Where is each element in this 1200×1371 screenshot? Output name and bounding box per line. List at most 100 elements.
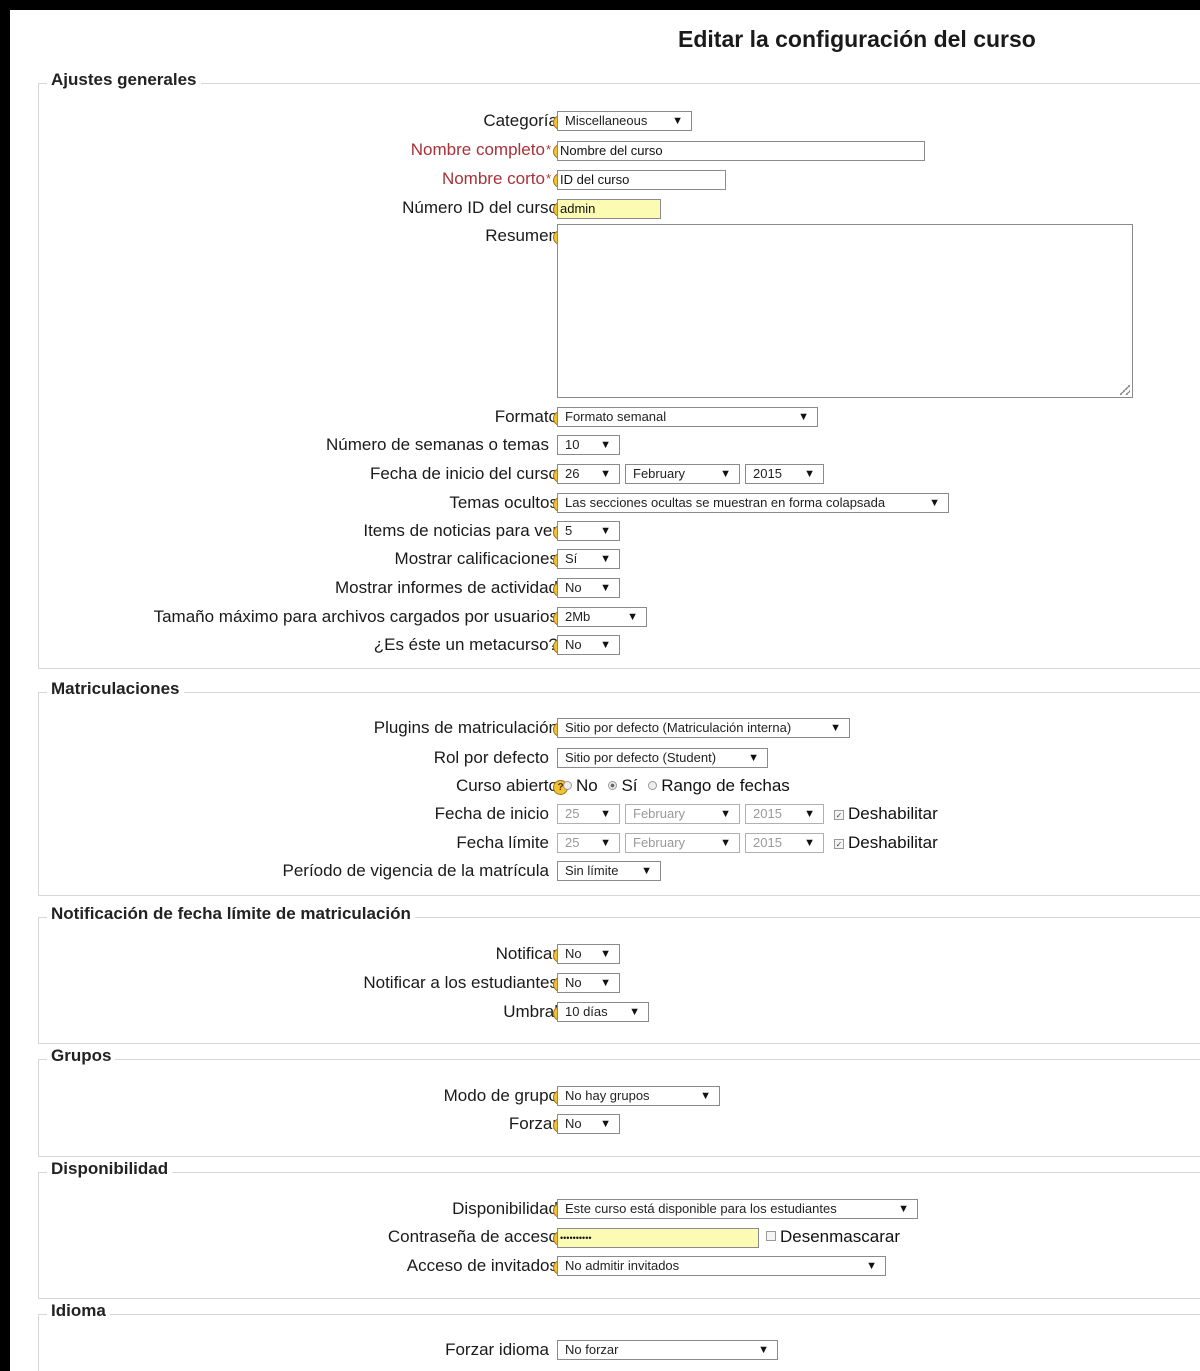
dropdown-arrow-icon: ▼: [600, 948, 611, 960]
select-fecha-inicio-year[interactable]: 2015 ▼: [745, 464, 824, 484]
password-field[interactable]: ••••••••••: [557, 1228, 759, 1248]
select-periodo[interactable]: Sin límite ▼: [557, 861, 661, 881]
select-umbral[interactable]: 10 días ▼: [557, 1002, 649, 1022]
dropdown-arrow-icon: ▼: [600, 582, 611, 594]
select-plugins[interactable]: Sitio por defecto (Matriculación interna…: [557, 718, 850, 738]
label-temas-ocultos: Temas ocultos: [449, 493, 558, 512]
required-star: *: [545, 171, 551, 186]
page-title: Editar la configuración del curso: [678, 26, 1036, 52]
radio-no[interactable]: [563, 781, 572, 790]
section-idioma: Idioma Forzar idioma No forzar ▼: [38, 1301, 1200, 1371]
dropdown-arrow-icon: ▼: [720, 837, 731, 849]
select-inicio-month[interactable]: February ▼: [625, 804, 740, 824]
select-value: Formato semanal: [565, 409, 667, 424]
select-value: No admitir invitados: [565, 1258, 680, 1273]
select-inicio-day[interactable]: 25 ▼: [557, 804, 620, 824]
checkbox-checked-icon[interactable]: ✓: [834, 810, 844, 820]
label-plugins: Plugins de matriculación: [373, 718, 558, 737]
section-disponibilidad: Disponibilidad Disponibilidad ? Este cur…: [38, 1159, 1200, 1299]
textarea-resumen[interactable]: [557, 224, 1133, 398]
select-value: 2015: [753, 806, 782, 821]
select-items-noticias[interactable]: 5 ▼: [557, 521, 620, 541]
label-forzar-idioma: Forzar idioma: [445, 1340, 549, 1359]
select-tamano-maximo[interactable]: 2Mb ▼: [557, 607, 647, 627]
select-notificar[interactable]: No ▼: [557, 944, 620, 964]
dropdown-arrow-icon: ▼: [700, 1090, 711, 1102]
select-temas-ocultos[interactable]: Las secciones ocultas se muestran en for…: [557, 493, 949, 513]
legend-idioma: Idioma: [47, 1301, 110, 1321]
dropdown-arrow-icon: ▼: [748, 752, 759, 764]
radio-rango[interactable]: [648, 781, 658, 790]
resize-grip-icon[interactable]: [1120, 385, 1130, 395]
select-semanas[interactable]: 10 ▼: [557, 435, 620, 455]
select-value: Las secciones ocultas se muestran en for…: [565, 495, 886, 510]
dropdown-arrow-icon: ▼: [629, 1006, 640, 1018]
select-modo-grupo[interactable]: No hay grupos ▼: [557, 1086, 720, 1106]
select-value: No hay grupos: [565, 1088, 650, 1103]
select-value: No: [565, 975, 582, 990]
select-invitados[interactable]: No admitir invitados ▼: [557, 1256, 886, 1276]
dropdown-arrow-icon: ▼: [627, 611, 638, 623]
select-mostrar-calificaciones[interactable]: Sí ▼: [557, 549, 620, 569]
select-limite-month[interactable]: February ▼: [625, 833, 740, 853]
select-fecha-inicio-month[interactable]: February ▼: [625, 464, 740, 484]
dropdown-arrow-icon: ▼: [720, 808, 731, 820]
select-value: 10: [565, 437, 580, 452]
select-value: February: [633, 835, 686, 850]
label-periodo: Período de vigencia de la matrícula: [282, 861, 550, 880]
label-nombre-completo: Nombre completo*: [411, 139, 551, 161]
select-notificar-estudiantes[interactable]: No ▼: [557, 973, 620, 993]
select-mostrar-informes[interactable]: No ▼: [557, 578, 620, 598]
select-value: 2015: [753, 835, 782, 850]
checkbox-deshabilitar-inicio[interactable]: ✓ Deshabilitar: [834, 803, 938, 825]
blank-area-right: [991, 699, 1143, 875]
select-value: 2015: [753, 466, 782, 481]
select-limite-day[interactable]: 25 ▼: [557, 833, 620, 853]
section-grupos: Grupos Modo de grupo ? No hay grupos▼ Fo…: [38, 1046, 1200, 1157]
select-inicio-year[interactable]: 2015 ▼: [745, 804, 824, 824]
select-fecha-inicio-day[interactable]: 26 ▼: [557, 464, 620, 484]
select-disponibilidad[interactable]: Este curso está disponible para los estu…: [557, 1199, 918, 1219]
select-forzar[interactable]: No ▼: [557, 1114, 620, 1134]
input-nombre-completo[interactable]: Nombre del curso: [557, 141, 925, 161]
checkbox-icon[interactable]: [766, 1231, 776, 1241]
select-metacurso[interactable]: No ▼: [557, 635, 620, 655]
label-curso-abierto: Curso abierto: [455, 776, 558, 795]
label-contrasena: Contraseña de acceso: [387, 1227, 558, 1246]
select-categoria[interactable]: Miscellaneous ▼: [557, 111, 692, 131]
select-value: No: [565, 580, 582, 595]
select-value: 25: [565, 806, 580, 821]
label-formato: Formato: [494, 407, 558, 426]
label-numero-id: Número ID del curso: [402, 198, 558, 217]
select-formato[interactable]: Formato semanal ▼: [557, 407, 818, 427]
checkbox-desenmascarar[interactable]: Desenmascarar: [766, 1226, 900, 1248]
section-notificacion: Notificación de fecha límite de matricul…: [38, 904, 1200, 1044]
input-nombre-corto[interactable]: ID del curso: [557, 170, 726, 190]
input-numero-id[interactable]: admin: [557, 199, 661, 219]
label-semanas: Número de semanas o temas: [326, 435, 549, 454]
radio-si[interactable]: [608, 781, 618, 790]
label-mostrar-calificaciones: Mostrar calificaciones: [394, 549, 558, 568]
dropdown-arrow-icon: ▼: [720, 468, 731, 480]
section-general: Ajustes generales Categoría ? Miscellane…: [38, 70, 1200, 669]
select-rol[interactable]: Sitio por defecto (Student) ▼: [557, 748, 768, 768]
select-limite-year[interactable]: 2015 ▼: [745, 833, 824, 853]
radio-label: Rango de fechas: [661, 776, 790, 795]
required-star: *: [545, 142, 551, 157]
label-resumen: Resumen: [485, 226, 558, 245]
dropdown-arrow-icon: ▼: [804, 468, 815, 480]
select-value: 25: [565, 835, 580, 850]
checkbox-deshabilitar-limite[interactable]: ✓ Deshabilitar: [834, 832, 938, 854]
dropdown-arrow-icon: ▼: [641, 865, 652, 877]
select-value: 5: [565, 523, 573, 538]
dropdown-arrow-icon: ▼: [600, 808, 611, 820]
legend-matriculaciones: Matriculaciones: [47, 679, 184, 699]
select-value: No: [565, 637, 582, 652]
dropdown-arrow-icon: ▼: [600, 468, 611, 480]
select-forzar-idioma[interactable]: No forzar ▼: [557, 1340, 778, 1360]
label-disponibilidad: Disponibilidad: [452, 1199, 558, 1218]
label-fecha-inicio-curso: Fecha de inicio del curso: [369, 464, 558, 483]
checkbox-checked-icon[interactable]: ✓: [834, 839, 844, 849]
dropdown-arrow-icon: ▼: [600, 639, 611, 651]
radio-label: No: [576, 776, 598, 795]
